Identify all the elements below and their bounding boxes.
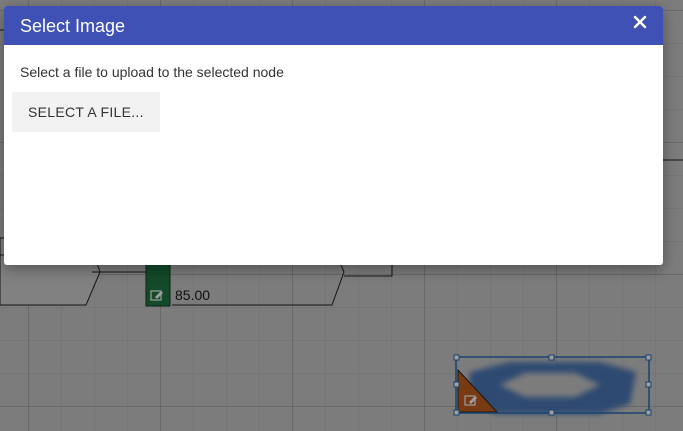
select-image-dialog: Select Image Select a file to upload to … — [4, 6, 663, 265]
dialog-body: Select a file to upload to the selected … — [4, 45, 663, 132]
select-file-button[interactable]: SELECT A FILE... — [12, 92, 160, 132]
dialog-title: Select Image — [20, 16, 126, 36]
dialog-message: Select a file to upload to the selected … — [20, 64, 284, 80]
diagram-canvas[interactable]: 85.00 Select Image Select a file to uplo… — [0, 0, 683, 431]
dialog-header: Select Image — [4, 6, 663, 45]
close-icon[interactable] — [633, 12, 649, 32]
